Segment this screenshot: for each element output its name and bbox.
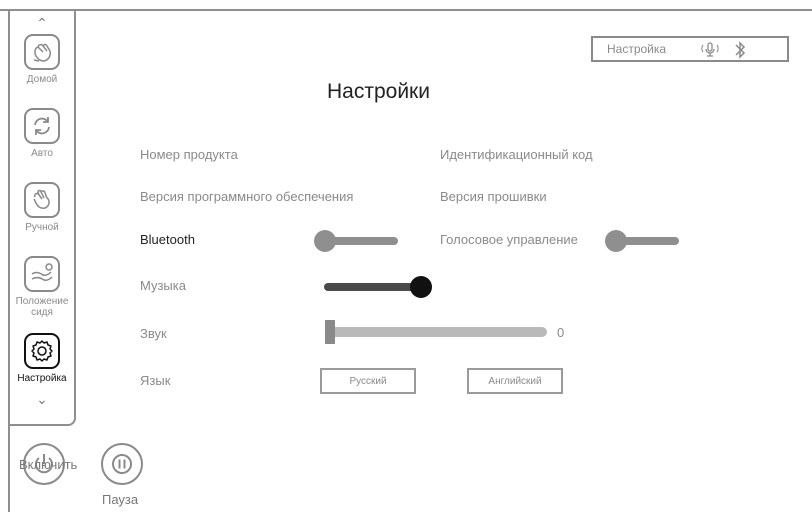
- sound-label: Звук: [140, 326, 167, 341]
- sidebar-item-label: Ручной: [25, 222, 59, 233]
- toggle-knob: [410, 276, 432, 298]
- mic-icon: [700, 41, 720, 62]
- language-label: Язык: [140, 373, 171, 388]
- sidebar-item-home[interactable]: Домой: [10, 34, 74, 85]
- language-english-button[interactable]: Английский: [467, 368, 563, 394]
- sidebar-item-label: Домой: [26, 74, 58, 85]
- software-version-label: Версия программного обеспечения: [140, 189, 354, 204]
- frame-top-border: [0, 9, 812, 11]
- toggle-track: [324, 283, 420, 291]
- sidebar-item-label: Авто: [31, 148, 53, 159]
- voice-control-toggle[interactable]: [605, 230, 679, 252]
- hand-wave-icon: [24, 34, 60, 70]
- seat-icon: [24, 256, 60, 292]
- sound-slider[interactable]: [325, 320, 547, 344]
- hand-icon: [24, 182, 60, 218]
- sidebar-item-seated[interactable]: Положение сидя: [10, 256, 74, 318]
- power-label: Включить: [19, 457, 78, 472]
- status-indicator: Настройка: [591, 36, 789, 62]
- music-toggle[interactable]: [324, 276, 432, 298]
- sidebar-item-manual[interactable]: Ручной: [10, 182, 74, 233]
- product-number-label: Номер продукта: [140, 147, 238, 162]
- sidebar-item-auto[interactable]: Авто: [10, 108, 74, 159]
- scroll-up-icon[interactable]: ⌃: [10, 16, 74, 30]
- refresh-icon: [24, 108, 60, 144]
- sidebar: ⌃ Домой Авто Ручной Положение сидя Настр…: [10, 11, 76, 426]
- music-label: Музыка: [140, 278, 186, 293]
- sound-value: 0: [557, 325, 565, 340]
- pause-label: Пауза: [102, 492, 139, 507]
- toggle-knob: [314, 230, 336, 252]
- sidebar-item-settings[interactable]: Настройка: [10, 333, 74, 384]
- pause-icon: [112, 454, 132, 474]
- id-code-label: Идентификационный код: [440, 147, 593, 162]
- status-label: Настройка: [607, 42, 667, 56]
- pause-button[interactable]: [101, 443, 143, 485]
- language-russian-button[interactable]: Русский: [320, 368, 416, 394]
- gear-icon: [24, 333, 60, 369]
- toggle-knob: [605, 230, 627, 252]
- bluetooth-label: Bluetooth: [140, 232, 195, 247]
- bluetooth-icon: [733, 40, 747, 63]
- voice-control-label: Голосовое управление: [440, 232, 578, 247]
- slider-thumb[interactable]: [325, 320, 335, 344]
- firmware-version-label: Версия прошивки: [440, 189, 547, 204]
- sidebar-item-label: Положение сидя: [15, 296, 69, 318]
- scroll-down-icon[interactable]: ⌄: [10, 392, 74, 406]
- bluetooth-toggle[interactable]: [314, 230, 398, 252]
- sidebar-item-label: Настройка: [17, 373, 67, 384]
- slider-track: [325, 327, 547, 337]
- page-title: Настройки: [327, 80, 430, 103]
